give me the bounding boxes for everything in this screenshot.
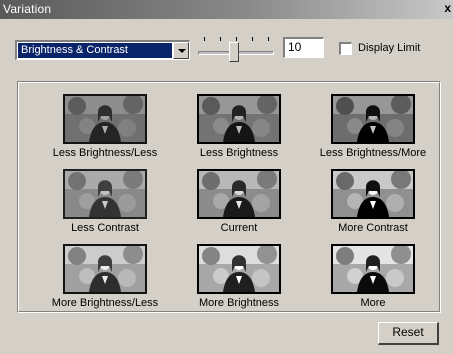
variation-label: Less Brightness/Less bbox=[52, 147, 158, 159]
variations-panel: Less Brightness/Less Less Brightness Less … bbox=[17, 81, 441, 313]
variation-preview-image bbox=[197, 169, 281, 219]
variation-thumbnail[interactable]: Less Brightness bbox=[169, 94, 309, 164]
variation-thumbnail[interactable]: More Contrast bbox=[303, 169, 443, 239]
mode-selected-value: Brightness & Contrast bbox=[18, 43, 172, 58]
chevron-down-icon[interactable] bbox=[173, 42, 189, 59]
variation-label: More Brightness bbox=[198, 297, 280, 309]
variation-preview-image bbox=[63, 94, 147, 144]
variation-preview-image bbox=[197, 94, 281, 144]
variation-thumbnail[interactable]: Less Brightness/Less bbox=[35, 94, 175, 164]
variation-thumbnail[interactable]: Less Brightness/More bbox=[303, 94, 443, 164]
variation-label: Current bbox=[220, 222, 258, 234]
slider-tick bbox=[204, 37, 205, 41]
variation-preview-image bbox=[197, 244, 281, 294]
variation-preview-image bbox=[331, 244, 415, 294]
title-bar: Variation x bbox=[0, 0, 453, 19]
variation-preview-image bbox=[331, 94, 415, 144]
step-value-input[interactable]: 10 bbox=[283, 37, 324, 58]
mode-dropdown[interactable]: Brightness & Contrast bbox=[15, 40, 190, 60]
reset-button[interactable]: Reset bbox=[378, 322, 439, 345]
slider-tick bbox=[252, 37, 253, 41]
slider-thumb[interactable] bbox=[229, 42, 240, 62]
variation-label: More Contrast bbox=[338, 222, 408, 234]
close-icon[interactable]: x bbox=[437, 1, 451, 16]
variation-label: Less Brightness/More bbox=[319, 147, 427, 159]
variation-preview-image bbox=[63, 169, 147, 219]
variation-label: More Brightness/Less bbox=[51, 297, 159, 309]
variation-thumbnail[interactable]: Current bbox=[169, 169, 309, 239]
slider-tick bbox=[268, 37, 269, 41]
window-title: Variation bbox=[3, 2, 52, 16]
variation-label: Less Contrast bbox=[71, 222, 139, 234]
step-slider[interactable] bbox=[198, 34, 274, 66]
variation-label: Less Brightness bbox=[199, 147, 279, 159]
variation-preview-image bbox=[331, 169, 415, 219]
slider-tick bbox=[236, 37, 237, 41]
slider-tick bbox=[220, 37, 221, 41]
display-limit-label: Display Limit bbox=[358, 42, 421, 54]
variation-thumbnail[interactable]: More Brightness bbox=[169, 244, 309, 314]
variation-label: More bbox=[360, 297, 386, 309]
display-limit-checkbox[interactable] bbox=[339, 42, 352, 55]
variation-thumbnail[interactable]: More Brightness/Less bbox=[35, 244, 175, 314]
variation-thumbnail[interactable]: More bbox=[303, 244, 443, 314]
variation-preview-image bbox=[63, 244, 147, 294]
variation-thumbnail[interactable]: Less Contrast bbox=[35, 169, 175, 239]
